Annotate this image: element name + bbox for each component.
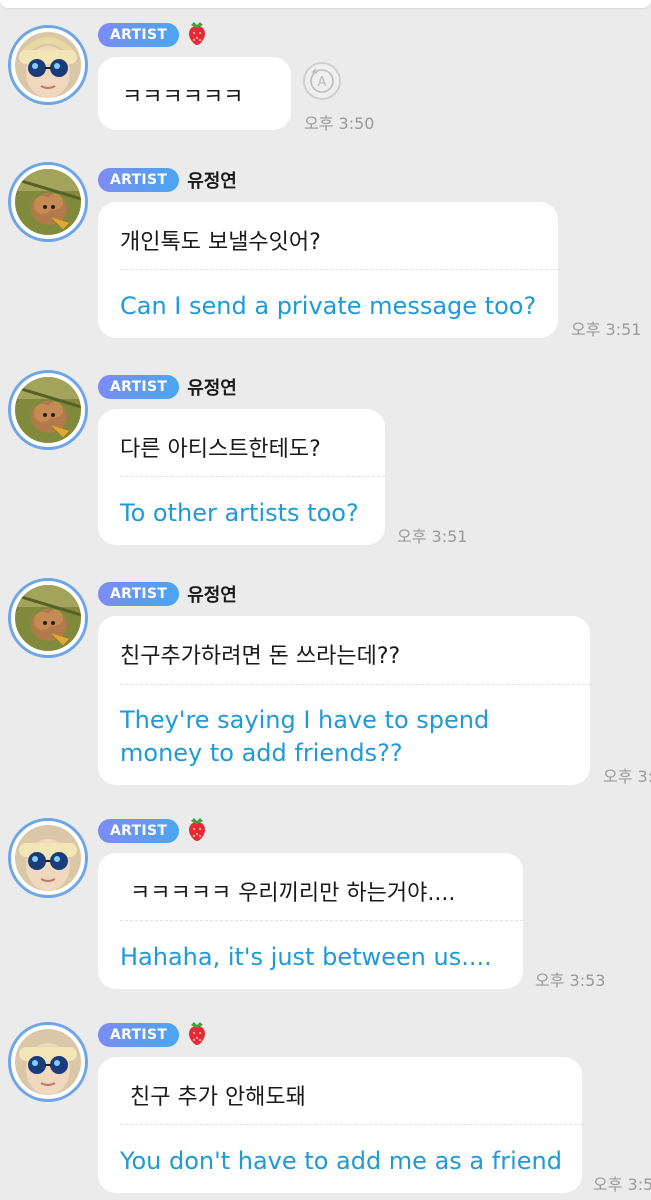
svg-text:A: A — [318, 75, 327, 90]
sender-name: 유정연 — [187, 378, 237, 399]
strawberry-icon — [185, 20, 209, 50]
artist-badge: ARTIST — [98, 375, 180, 399]
timestamp: 오후 3:51 — [571, 320, 642, 339]
timestamp: 오후 3:53 — [535, 971, 606, 990]
message-text: 다른 아티스트한테도? — [120, 437, 321, 462]
artist-badge: ARTIST — [98, 23, 180, 47]
message-bubble[interactable]: 개인톡도 보낼수잇어? Can I send a private message… — [98, 202, 558, 338]
message-bubble[interactable]: 친구 추가 안해도돼 You don't have to add me as a… — [98, 1057, 582, 1193]
message-bubble[interactable]: ㅋㅋㅋㅋㅋㅋ — [98, 57, 291, 130]
artist-avatar[interactable] — [8, 1022, 88, 1102]
message-text: 개인톡도 보낼수잇어? — [120, 230, 321, 255]
translated-text: To other artists too? — [120, 499, 359, 527]
translate-button[interactable]: A — [303, 62, 341, 100]
artist-avatar[interactable] — [8, 25, 88, 105]
translation-divider — [120, 476, 385, 477]
message-text: 친구 추가 안해도돼 — [130, 1085, 306, 1110]
sender-line: ARTIST 유정연 — [98, 167, 237, 193]
translated-text-line-2: money to add friends?? — [120, 739, 403, 767]
sender-name: 유정연 — [187, 171, 237, 192]
strawberry-icon — [185, 1020, 209, 1050]
translated-text-line-1: They're saying I have to spend — [120, 706, 490, 734]
top-panel-edge — [0, 0, 651, 8]
translate-icon: A — [310, 68, 334, 93]
sender-line: ARTIST — [98, 22, 209, 48]
sender-line: ARTIST — [98, 818, 209, 844]
translation-divider — [120, 920, 523, 921]
translated-text: Can I send a private message too? — [120, 292, 537, 320]
message-text: 친구추가하려면 돈 쓰라는데?? — [120, 644, 401, 669]
dog-avatar-icon — [15, 169, 81, 235]
artist-badge: ARTIST — [98, 168, 180, 192]
message-bubble[interactable]: ㅋㅋㅋㅋㅋ 우리끼리만 하는거야.... Hahaha, it's just b… — [98, 853, 523, 989]
timestamp: 오후 3:51 — [397, 527, 468, 546]
translated-text: Hahaha, it's just between us.... — [120, 943, 492, 971]
sender-line: ARTIST 유정연 — [98, 374, 237, 400]
strawberry-icon — [185, 816, 209, 846]
sender-line: ARTIST — [98, 1022, 209, 1048]
translated-text: You don't have to add me as a friend — [120, 1147, 562, 1175]
translation-divider — [120, 269, 558, 270]
dog-avatar-icon — [15, 377, 81, 443]
artist-badge: ARTIST — [98, 1023, 180, 1047]
translation-divider — [120, 1124, 582, 1125]
message-bubble[interactable]: 친구추가하려면 돈 쓰라는데?? They're saying I have t… — [98, 616, 590, 785]
fan-avatar[interactable] — [8, 162, 88, 242]
timestamp: 오후 3:50 — [304, 114, 375, 133]
translation-divider — [120, 684, 590, 685]
message-bubble[interactable]: 다른 아티스트한테도? To other artists too? — [98, 409, 385, 545]
fan-avatar[interactable] — [8, 370, 88, 450]
artist-badge: ARTIST — [98, 582, 180, 606]
timestamp: 오후 3:5 — [593, 1175, 651, 1194]
artist-avatar-icon — [15, 32, 81, 98]
sender-name: 유정연 — [187, 585, 237, 606]
message-text: ㅋㅋㅋㅋㅋㅋ — [122, 85, 244, 110]
sender-line: ARTIST 유정연 — [98, 581, 237, 607]
timestamp: 오후 3: — [603, 767, 651, 786]
artist-avatar-icon — [15, 825, 81, 891]
fan-avatar[interactable] — [8, 578, 88, 658]
artist-avatar-icon — [15, 1029, 81, 1095]
dog-avatar-icon — [15, 585, 81, 651]
message-text: ㅋㅋㅋㅋㅋ 우리끼리만 하는거야.... — [130, 881, 456, 906]
artist-badge: ARTIST — [98, 819, 180, 843]
artist-avatar[interactable] — [8, 818, 88, 898]
